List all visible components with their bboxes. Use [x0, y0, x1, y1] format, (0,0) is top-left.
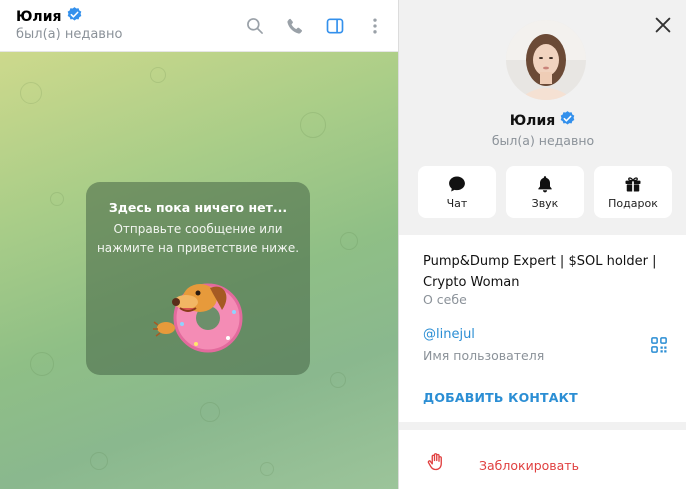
bio-label: О себе — [423, 292, 467, 307]
close-icon[interactable] — [652, 14, 674, 36]
chat-button[interactable]: Чат — [418, 166, 496, 218]
bell-icon — [506, 174, 584, 194]
sound-button-label: Звук — [531, 197, 559, 210]
chat-icon — [418, 174, 496, 194]
chat-header[interactable]: Юлия был(а) недавно — [0, 0, 398, 52]
profile-status: был(а) недавно — [491, 133, 595, 148]
block-user-button[interactable]: Заблокировать — [399, 430, 686, 489]
greeting-sticker[interactable] — [152, 272, 252, 357]
gift-icon — [594, 174, 672, 194]
profile-name: Юлия — [509, 112, 556, 129]
hand-stop-icon — [427, 452, 445, 472]
profile-name-row: Юлия — [399, 110, 686, 131]
chat-column: Юлия был(а) недавно Здесь пока ничего не… — [0, 0, 398, 489]
chat-background: Здесь пока ничего нет... Отправьте сообщ… — [0, 52, 398, 489]
empty-chat-card: Здесь пока ничего нет... Отправьте сообщ… — [86, 182, 310, 375]
chat-status: был(а) недавно — [16, 27, 123, 42]
chat-button-label: Чат — [446, 197, 468, 210]
verified-icon — [66, 6, 83, 27]
verified-icon — [559, 110, 576, 131]
empty-chat-text: Отправьте сообщение или нажмите на приве… — [96, 222, 300, 255]
add-contact-button[interactable]: ДОБАВИТЬ КОНТАКТ — [423, 390, 578, 405]
username-label: Имя пользователя — [423, 348, 545, 363]
block-user-label: Заблокировать — [479, 458, 579, 473]
search-icon[interactable] — [242, 13, 268, 39]
qr-code-icon[interactable] — [650, 336, 668, 354]
phone-icon[interactable] — [282, 13, 308, 39]
gift-button[interactable]: Подарок — [594, 166, 672, 218]
username-link[interactable]: @linejul — [423, 327, 475, 342]
bio-text: Pump&Dump Expert | $SOL holder | Crypto … — [423, 254, 657, 290]
sound-button[interactable]: Звук — [506, 166, 584, 218]
avatar[interactable] — [506, 20, 586, 100]
empty-chat-title: Здесь пока ничего нет... — [108, 200, 288, 215]
sidebar-toggle-icon[interactable] — [322, 13, 348, 39]
more-vertical-icon[interactable] — [362, 13, 388, 39]
chat-name: Юлия — [16, 8, 62, 25]
chat-title[interactable]: Юлия — [16, 6, 83, 27]
profile-panel: Юлия был(а) недавно Чат Звук Подарок Pum… — [398, 0, 686, 489]
profile-actions: Чат Звук Подарок — [418, 166, 672, 218]
gift-button-label: Подарок — [608, 197, 658, 210]
profile-info-card: Pump&Dump Expert | $SOL holder | Crypto … — [399, 235, 686, 422]
